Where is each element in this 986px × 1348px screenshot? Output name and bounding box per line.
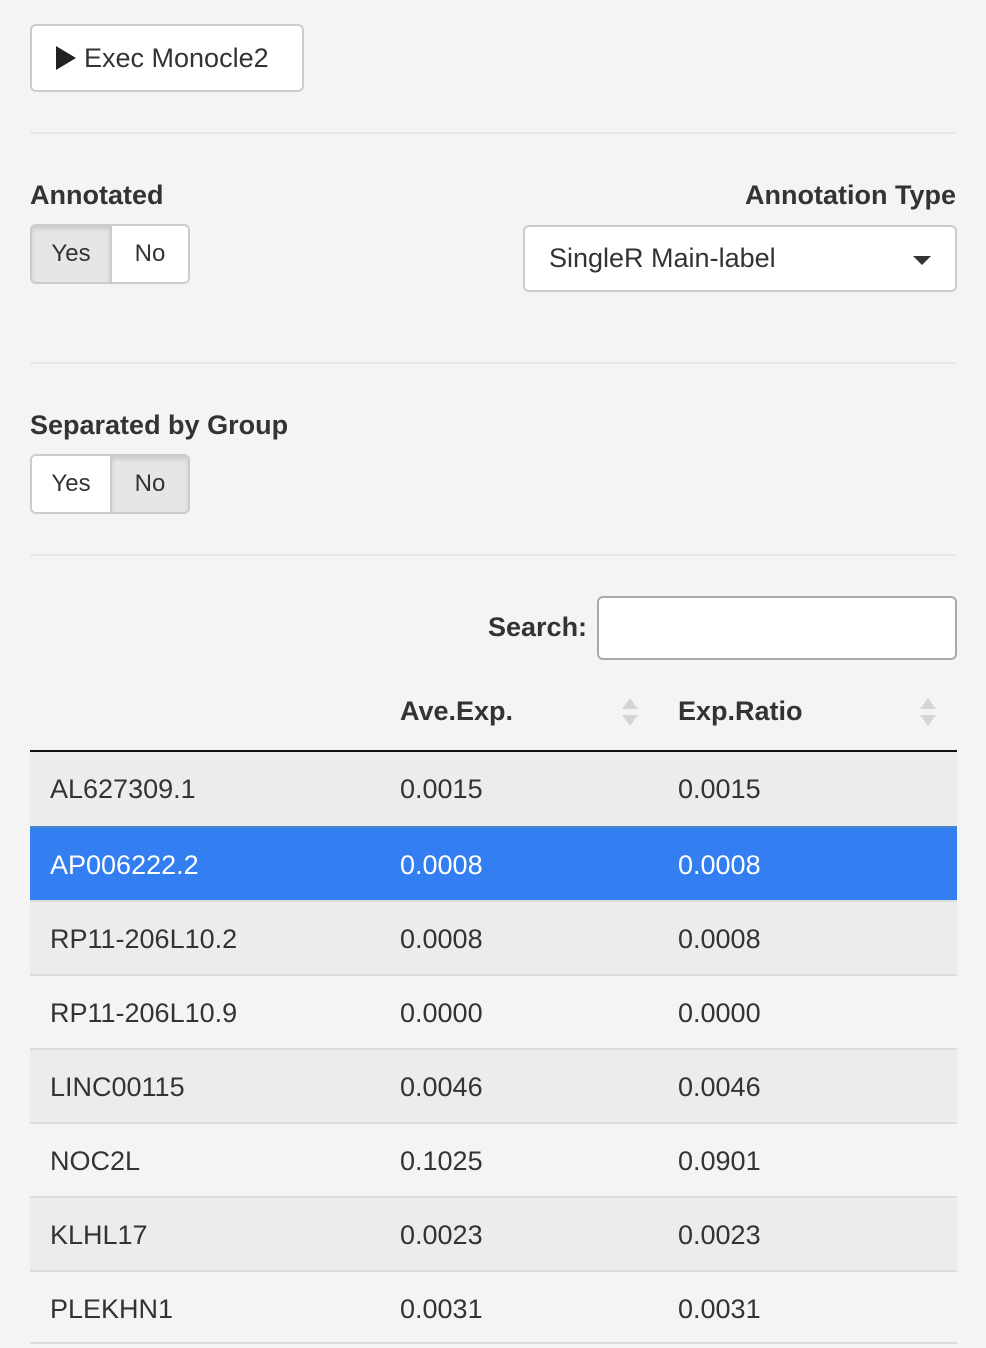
gene-cell: KLHL17 (50, 1220, 148, 1250)
annotation-type-label: Annotation Type (745, 180, 956, 210)
exec-monocle2-button[interactable]: Exec Monocle2 (30, 24, 304, 92)
exp-ratio-cell: 0.0008 (678, 850, 761, 880)
separated-no-button[interactable]: No (110, 456, 188, 512)
divider (30, 362, 956, 364)
gene-cell: AP006222.2 (50, 850, 199, 880)
annotated-yes-button[interactable]: Yes (32, 226, 110, 282)
separated-toggle: Yes No (30, 454, 190, 514)
gene-cell: AL627309.1 (50, 774, 196, 804)
table-row[interactable]: NOC2L 0.1025 0.0901 (30, 1122, 957, 1196)
annotation-type-select[interactable]: SingleR Main-label (523, 225, 957, 292)
ave-exp-cell: 0.0008 (400, 850, 483, 880)
gene-cell: LINC00115 (50, 1072, 185, 1102)
table-row[interactable]: RP11-206L10.2 0.0008 0.0008 (30, 900, 957, 974)
page: Exec Monocle2 Annotated Yes No Annotatio… (0, 0, 986, 1348)
exp-ratio-cell: 0.0015 (678, 774, 761, 804)
annotated-no-button[interactable]: No (110, 226, 188, 282)
table-row[interactable]: AL627309.1 0.0015 0.0015 (30, 752, 957, 826)
data-table: Ave.Exp. Exp.Ratio AL627309.1 0.0015 0.0… (30, 676, 957, 1344)
ave-exp-cell: 0.0046 (400, 1072, 483, 1102)
sort-icon[interactable] (920, 698, 936, 728)
table-row-selected[interactable]: AP006222.2 0.0008 0.0008 (30, 826, 957, 900)
ave-exp-cell: 0.0000 (400, 998, 483, 1028)
search-label: Search: (488, 612, 588, 642)
gene-cell: PLEKHN1 (50, 1294, 174, 1324)
column-header-ave-exp[interactable]: Ave.Exp. (400, 696, 513, 727)
play-icon (56, 46, 76, 70)
exp-ratio-cell: 0.0031 (678, 1294, 761, 1324)
ave-exp-cell: 0.0023 (400, 1220, 483, 1250)
separated-by-group-label: Separated by Group (30, 410, 289, 440)
table-row[interactable]: LINC00115 0.0046 0.0046 (30, 1048, 957, 1122)
ave-exp-cell: 0.0031 (400, 1294, 483, 1324)
gene-cell: RP11-206L10.9 (50, 998, 238, 1028)
column-header-exp-ratio[interactable]: Exp.Ratio (678, 696, 803, 727)
table-row[interactable]: RP11-206L10.9 0.0000 0.0000 (30, 974, 957, 1048)
annotated-toggle: Yes No (30, 224, 190, 284)
exp-ratio-cell: 0.0046 (678, 1072, 761, 1102)
divider (30, 554, 956, 556)
annotation-type-value: SingleR Main-label (549, 243, 776, 273)
search-input[interactable] (597, 596, 957, 660)
ave-exp-cell: 0.1025 (400, 1146, 483, 1176)
sort-icon[interactable] (622, 698, 638, 728)
annotated-label: Annotated (30, 180, 164, 210)
exp-ratio-cell: 0.0023 (678, 1220, 761, 1250)
gene-cell: NOC2L (50, 1146, 141, 1176)
table-row[interactable]: PLEKHN1 0.0031 0.0031 (30, 1270, 957, 1344)
ave-exp-cell: 0.0015 (400, 774, 483, 804)
table-header: Ave.Exp. Exp.Ratio (30, 676, 957, 752)
caret-down-icon (913, 256, 931, 265)
divider (30, 132, 956, 134)
exp-ratio-cell: 0.0901 (678, 1146, 761, 1176)
table-body: AL627309.1 0.0015 0.0015 AP006222.2 0.00… (30, 752, 957, 1344)
ave-exp-cell: 0.0008 (400, 924, 483, 954)
separated-yes-button[interactable]: Yes (32, 456, 110, 512)
exec-button-label: Exec Monocle2 (84, 42, 269, 73)
exp-ratio-cell: 0.0000 (678, 998, 761, 1028)
exp-ratio-cell: 0.0008 (678, 924, 761, 954)
table-row[interactable]: KLHL17 0.0023 0.0023 (30, 1196, 957, 1270)
gene-cell: RP11-206L10.2 (50, 924, 238, 954)
